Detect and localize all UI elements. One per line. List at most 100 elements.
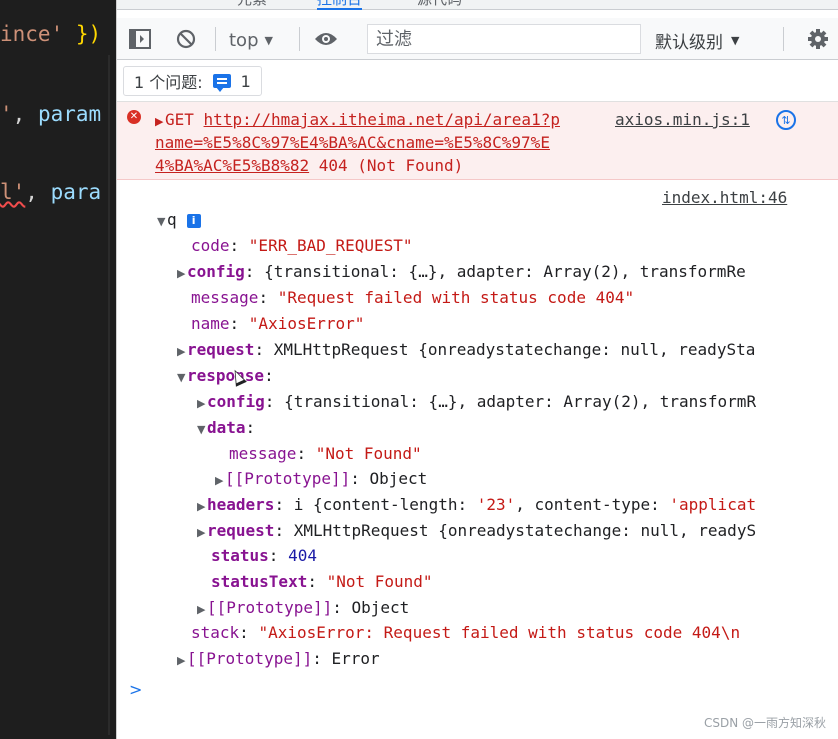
issues-button[interactable]: 1 个问题: 1 (123, 66, 262, 96)
error-url-link[interactable]: http://hmajax.itheima.net/api/area1?p (204, 110, 560, 129)
code-token-punc: , (12, 102, 26, 126)
tree-row-headers[interactable]: ▶headers: i {content-length: '23', conte… (197, 495, 756, 517)
expand-arrow-icon[interactable]: ▶ (197, 394, 207, 414)
code-line: ', param (0, 102, 101, 126)
code-editor: ince' }) ', param l', para (0, 0, 116, 739)
tree-row-stack: stack: "AxiosError: Request failed with … (191, 623, 741, 642)
dropdown-arrow-icon: ▼ (731, 33, 740, 47)
filter-input[interactable] (367, 24, 641, 54)
context-select-value: top (229, 29, 259, 51)
prop-value: "AxiosError: Request failed with status … (258, 623, 741, 642)
devtools-tabbar: 元素 控制台 源代码 (117, 0, 838, 10)
prop-key: name (191, 314, 230, 333)
error-line-3: 4%BA%AC%E5%B8%82 404 (Not Found) (155, 156, 463, 175)
error-source-link[interactable]: axios.min.js:1 (615, 110, 750, 129)
watermark: CSDN @一雨方知深秋 (703, 716, 826, 730)
prop-value: '23' (476, 495, 516, 514)
error-line-2: name=%E5%8C%97%E4%BA%AC&cname=%E5%8C%97%… (155, 133, 550, 152)
prop-value: "Not Found" (315, 444, 422, 463)
issues-bar: 1 个问题: 1 (117, 60, 838, 102)
code-token-paren: ) (88, 22, 102, 46)
prop-value: 404 (288, 546, 317, 565)
expand-arrow-icon[interactable]: ▶ (197, 523, 207, 543)
code-token-string: l' (0, 180, 26, 204)
sidebar-toggle-icon[interactable] (127, 26, 153, 52)
error-icon: ✕ (127, 110, 141, 124)
prop-key: request (207, 521, 275, 540)
tree-row-message: message: "Request failed with status cod… (191, 288, 635, 307)
prop-value: "Not Found" (326, 572, 433, 591)
tab-sources[interactable]: 源代码 (417, 0, 462, 10)
error-url-link[interactable]: 4%BA%AC%E5%B8%82 (155, 156, 309, 175)
toolbar-divider (299, 27, 300, 51)
code-token-identifier: para (37, 180, 102, 204)
expand-arrow-icon[interactable]: ▶ (177, 342, 187, 362)
prop-value: Object (369, 469, 428, 488)
expand-arrow-icon[interactable]: ▶ (177, 264, 187, 284)
code-token-identifier: param (25, 102, 102, 126)
expand-arrow-icon[interactable]: ▼ (197, 420, 207, 440)
prop-key: message (229, 444, 297, 463)
prop-key: request (187, 340, 255, 359)
tree-row-response-prototype[interactable]: ▶[[Prototype]]: Object (197, 598, 409, 620)
clear-console-icon[interactable] (173, 26, 199, 52)
prop-key: [[Prototype]] (225, 469, 351, 488)
gear-icon[interactable] (805, 26, 831, 52)
tab-console[interactable]: 控制台 (317, 0, 363, 10)
expand-arrow-icon[interactable]: ▶ (215, 471, 225, 491)
prop-key: config (207, 392, 265, 411)
error-method: GET (165, 110, 194, 129)
prop-value: {transitional: {…}, adapter: Array(2), t… (284, 392, 757, 411)
prop-key: [[Prototype]] (207, 598, 333, 617)
network-icon[interactable]: ⇅ (776, 110, 796, 130)
code-line: l', para (0, 180, 101, 204)
tree-row-response-request[interactable]: ▶request: XMLHttpRequest {onreadystatech… (197, 521, 756, 543)
code-token-string: ' (0, 102, 13, 126)
issues-count: 1 (240, 71, 251, 91)
dropdown-arrow-icon: ▼ (264, 33, 273, 47)
tree-row-data[interactable]: ▼data: (197, 418, 255, 440)
error-message-row[interactable]: ✕ ▶GET http://hmajax.itheima.net/api/are… (117, 102, 838, 180)
error-url-link[interactable]: name=%E5%8C%97%E4%BA%AC&cname=%E5%8C%97%… (155, 133, 550, 152)
editor-scroll-divider (108, 55, 110, 735)
tree-row-root-prototype[interactable]: ▶[[Prototype]]: Error (177, 649, 380, 671)
prop-key: data (207, 418, 246, 437)
prop-key: code (191, 236, 230, 255)
prop-key: config (187, 262, 245, 281)
tree-row-response-config[interactable]: ▶config: {transitional: {…}, adapter: Ar… (197, 392, 756, 414)
log-source-link[interactable]: index.html:46 (662, 188, 787, 208)
error-line-1: ▶GET http://hmajax.itheima.net/api/area1… (155, 110, 560, 129)
expand-arrow-icon[interactable]: ▶ (197, 497, 207, 517)
issue-icon (212, 74, 231, 92)
console-messages: ✕ ▶GET http://hmajax.itheima.net/api/are… (117, 102, 838, 739)
info-icon[interactable]: i (186, 214, 201, 228)
eye-icon[interactable] (313, 26, 339, 52)
expand-arrow-icon[interactable]: ▶ (197, 600, 207, 620)
tree-root-label: q (167, 210, 177, 229)
expand-arrow-icon[interactable]: ▶ (177, 651, 187, 671)
code-line: ince' }) (0, 22, 101, 46)
context-select[interactable]: top ▼ (229, 27, 273, 53)
expand-arrow-icon[interactable]: ▶ (155, 115, 165, 128)
prop-key: status (211, 546, 269, 565)
expand-arrow-icon[interactable]: ▼ (157, 212, 167, 232)
expand-arrow-icon[interactable]: ▼ (177, 368, 187, 388)
prop-key: message (191, 288, 259, 307)
tab-elements[interactable]: 元素 (237, 0, 267, 10)
prop-value: Error (331, 649, 380, 668)
prop-value: {transitional: {…}, adapter: Array(2), t… (264, 262, 746, 281)
tree-row-request[interactable]: ▶request: XMLHttpRequest {onreadystatech… (177, 340, 755, 362)
tree-row-statustext: statusText: "Not Found" (211, 572, 433, 591)
tree-row-response[interactable]: ▼response: (177, 366, 274, 388)
tree-row-data-prototype[interactable]: ▶[[Prototype]]: Object (215, 469, 427, 491)
console-prompt[interactable]: > (129, 680, 142, 699)
tree-row-config[interactable]: ▶config: {transitional: {…}, adapter: Ar… (177, 262, 746, 284)
log-levels-value: 默认级别 (655, 32, 723, 53)
tree-row-code: code: "ERR_BAD_REQUEST" (191, 236, 413, 255)
prop-key: stack (191, 623, 240, 642)
log-levels-select[interactable]: 默认级别 ▼ (655, 27, 739, 53)
prop-value: "AxiosError" (248, 314, 365, 333)
tree-root[interactable]: ▼q i (157, 210, 201, 232)
prop-value: "Request failed with status code 404" (277, 288, 635, 307)
tree-row-status: status: 404 (211, 546, 317, 565)
